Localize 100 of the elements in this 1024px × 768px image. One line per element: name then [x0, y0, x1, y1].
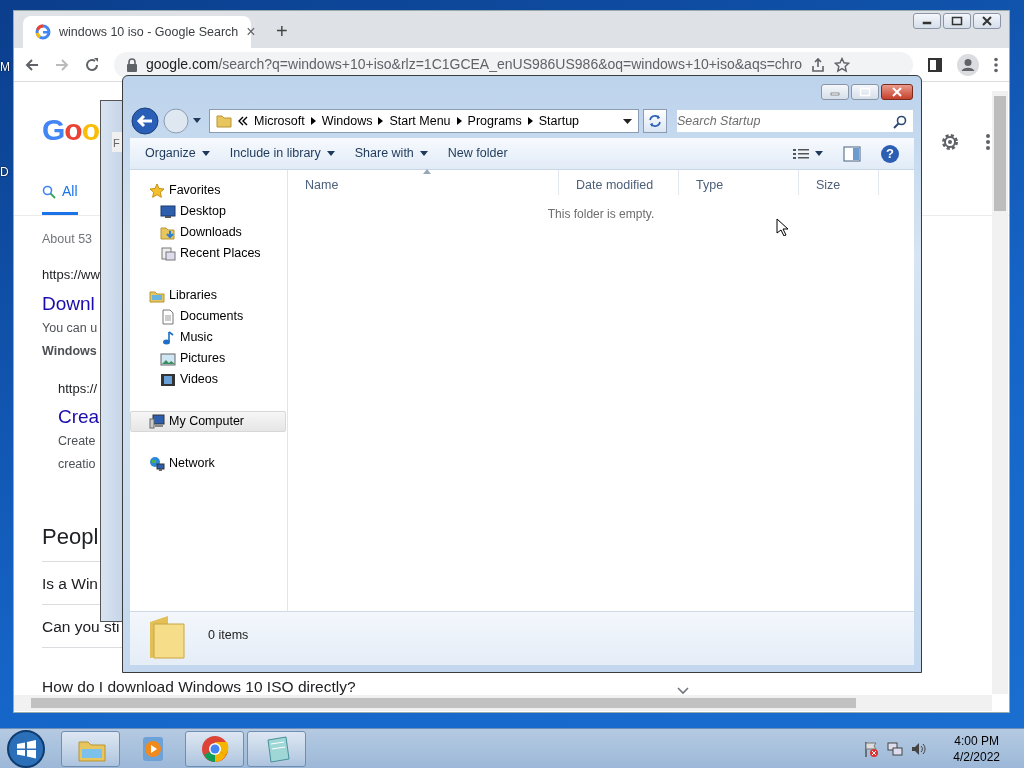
- taskbar-app-button[interactable]: [247, 730, 306, 767]
- address-bar[interactable]: google.com/search?q=windows+10+iso&rlz=1C1GCEA_enUS986US986&oq=windows+10+iso&aqs=chro: [114, 51, 913, 78]
- history-dropdown-icon[interactable]: [193, 118, 201, 124]
- star-icon: [149, 182, 165, 199]
- folder-icon: [148, 614, 188, 660]
- column-header[interactable]: Date modified: [559, 170, 679, 195]
- desktop-icon-label[interactable]: D: [0, 163, 9, 181]
- chevron-icon[interactable]: [310, 117, 316, 125]
- preview-pane-icon: [843, 145, 861, 162]
- videos-icon: [160, 371, 176, 388]
- chevron-icon[interactable]: [527, 117, 533, 125]
- search-tab[interactable]: All: [42, 173, 78, 215]
- star-icon[interactable]: [834, 56, 851, 73]
- menu-icon[interactable]: [993, 56, 999, 73]
- close-icon: [891, 87, 903, 97]
- nav-item[interactable]: Pictures: [130, 348, 286, 369]
- result-snippet: creatio: [58, 456, 96, 473]
- question-item[interactable]: How do I download Windows 10 ISO directly?: [42, 678, 356, 695]
- dropdown-icon[interactable]: [623, 118, 633, 124]
- toolbar-button[interactable]: New folder: [440, 140, 515, 167]
- close-button[interactable]: [881, 84, 913, 100]
- refresh-icon: [648, 114, 663, 128]
- result-link[interactable]: Crea: [58, 404, 100, 430]
- desktop-icon-label[interactable]: M: [0, 58, 10, 76]
- result-snippet: Create: [58, 433, 96, 450]
- section-heading: Peopl: [42, 523, 99, 551]
- result-link[interactable]: Downl: [42, 290, 95, 317]
- favicon-icon: [35, 24, 51, 40]
- google-logo[interactable]: Goo: [42, 115, 99, 145]
- side-panel-icon[interactable]: [927, 56, 943, 73]
- back-icon[interactable]: [131, 107, 159, 135]
- documents-icon: [160, 308, 176, 325]
- item-count: 0 items: [208, 627, 249, 644]
- column-header[interactable]: Type: [679, 170, 799, 195]
- nav-item[interactable]: My Computer: [130, 411, 286, 432]
- taskbar-app-button[interactable]: [61, 730, 120, 767]
- search-field[interactable]: Search Startup: [677, 110, 913, 132]
- breadcrumb-item[interactable]: Microsoft: [254, 111, 305, 131]
- nav-item[interactable]: Music: [130, 327, 286, 348]
- desktop-icon: [160, 203, 176, 220]
- refresh-button[interactable]: [643, 109, 668, 133]
- back-icon[interactable]: [24, 56, 40, 73]
- toolbar-button[interactable]: Share with: [347, 140, 435, 167]
- result-url[interactable]: https://: [58, 378, 98, 398]
- dropdown-icon: [815, 151, 823, 156]
- search-icon: [42, 184, 56, 199]
- search-icon[interactable]: [893, 115, 907, 129]
- nav-item[interactable]: Downloads: [130, 222, 286, 243]
- nav-item[interactable]: Favorites: [130, 180, 286, 201]
- nav-item[interactable]: Documents: [130, 306, 286, 327]
- toolbar-button[interactable]: Organize: [138, 140, 217, 167]
- profile-icon[interactable]: [957, 53, 979, 76]
- nav-item[interactable]: Recent Places: [130, 243, 286, 264]
- maximize-icon: [951, 16, 963, 26]
- close-button[interactable]: [973, 13, 1001, 29]
- flag-icon[interactable]: [863, 740, 880, 757]
- taskbar-app-button[interactable]: [185, 730, 244, 767]
- address-bar[interactable]: Microsoft Windows Start Menu Programs Startup: [209, 109, 640, 133]
- close-icon: [981, 16, 993, 26]
- mouse-cursor-icon: [776, 218, 788, 236]
- nav-item[interactable]: Libraries: [130, 285, 286, 306]
- clock[interactable]: 4:00 PM 4/2/2022: [953, 732, 1000, 765]
- new-tab-button[interactable]: +: [272, 21, 292, 41]
- empty-folder-message: This folder is empty.: [546, 206, 656, 223]
- settings-icon[interactable]: [939, 131, 961, 153]
- start-button[interactable]: [6, 728, 46, 768]
- chevron-icon[interactable]: [378, 117, 384, 125]
- breadcrumb-item[interactable]: Start Menu: [389, 111, 451, 131]
- lock-icon: [126, 57, 138, 72]
- result-url[interactable]: https://ww: [42, 265, 100, 285]
- network-icon[interactable]: [887, 740, 904, 757]
- reload-icon[interactable]: [84, 56, 100, 73]
- chevron-icon[interactable]: [456, 117, 462, 125]
- nav-item[interactable]: Desktop: [130, 201, 286, 222]
- maximize-button[interactable]: [943, 13, 971, 29]
- breadcrumb-item[interactable]: Windows: [321, 111, 373, 131]
- url-text: google.com/search?q=windows+10+iso&rlz=1C1GCEA_enUS986US986&oq=windows+10+iso&aqs=chro: [146, 55, 803, 74]
- result-snippet: You can u: [42, 319, 98, 337]
- share-icon[interactable]: [810, 56, 827, 73]
- computer-icon: [149, 413, 165, 430]
- network-icon: [149, 455, 165, 472]
- nav-item[interactable]: Network: [130, 453, 286, 474]
- tab-label[interactable]: F: [112, 132, 122, 152]
- breadcrumb-item[interactable]: Startup: [538, 111, 580, 131]
- minimize-button[interactable]: [913, 13, 941, 29]
- nav-item[interactable]: Videos: [130, 369, 286, 390]
- breadcrumb-item[interactable]: Programs: [467, 111, 522, 131]
- overflow-icon[interactable]: [238, 116, 248, 126]
- pictures-icon: [160, 350, 176, 367]
- music-icon: [160, 329, 176, 346]
- question-item[interactable]: Is a Win: [42, 574, 98, 592]
- folder-icon: [216, 113, 232, 129]
- toolbar-button[interactable]: Include in library: [222, 140, 342, 167]
- help-button[interactable]: ?: [874, 140, 906, 167]
- more-icon[interactable]: [985, 133, 991, 151]
- column-header[interactable]: Size: [799, 170, 879, 195]
- question-item[interactable]: Can you sti: [42, 617, 120, 635]
- horizontal-scrollbar[interactable]: [14, 695, 992, 711]
- view-icon: [793, 147, 809, 160]
- column-header[interactable]: Name: [288, 170, 559, 195]
